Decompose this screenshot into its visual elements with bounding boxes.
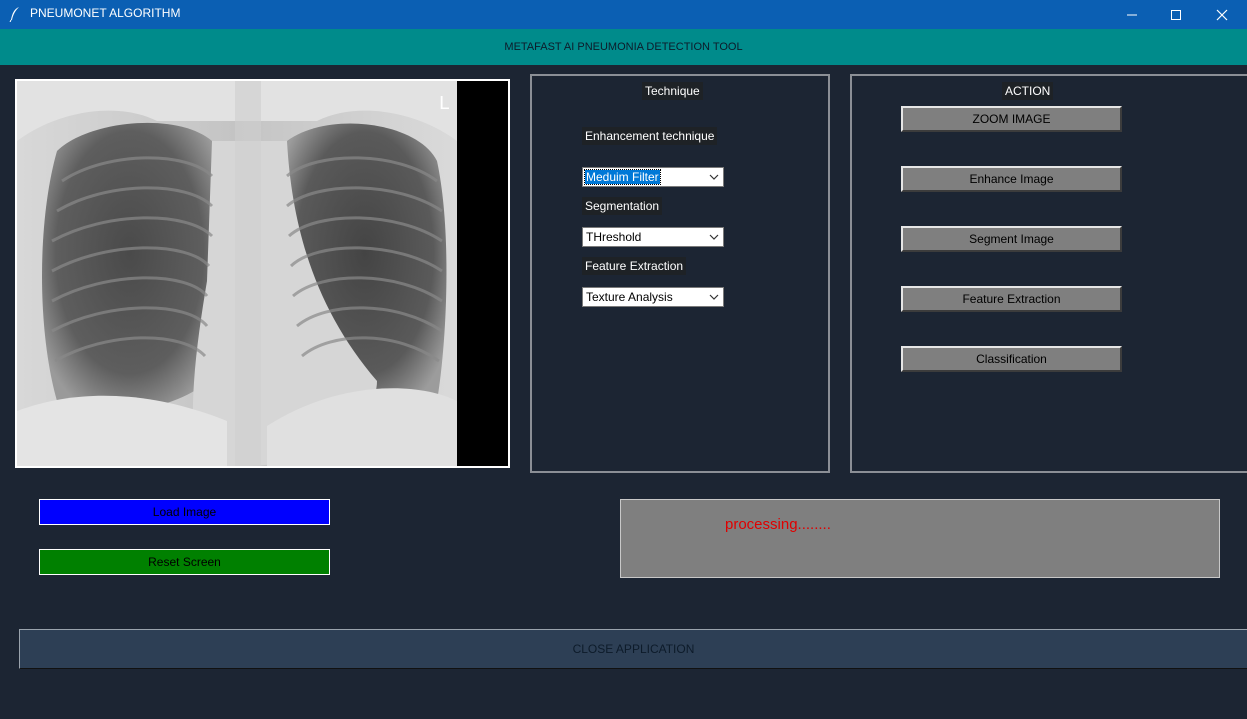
minimize-button[interactable] — [1109, 0, 1155, 29]
load-image-button[interactable]: Load Image — [39, 499, 330, 525]
app-header: METAFAST AI PNEUMONIA DETECTION TOOL — [0, 29, 1247, 65]
enhance-image-button[interactable]: Enhance Image — [901, 166, 1122, 192]
maximize-icon — [1171, 9, 1181, 20]
chevron-down-icon — [709, 234, 719, 240]
feather-icon — [9, 7, 19, 22]
window-title: PNEUMONET ALGORITHM — [30, 6, 181, 20]
reset-screen-button[interactable]: Reset Screen — [39, 549, 330, 575]
status-text: processing........ — [725, 516, 831, 533]
close-icon — [1216, 9, 1228, 20]
segmentation-label: Segmentation — [582, 197, 663, 215]
maximize-button[interactable] — [1153, 0, 1199, 29]
feature-extraction-value: Texture Analysis — [586, 290, 673, 304]
app-header-title: METAFAST AI PNEUMONIA DETECTION TOOL — [504, 41, 743, 53]
window-titlebar: PNEUMONET ALGORITHM — [0, 0, 1247, 29]
feature-extraction-button[interactable]: Feature Extraction — [901, 286, 1122, 312]
status-box: processing........ — [620, 499, 1220, 578]
close-application-button[interactable]: CLOSE APPLICATION — [19, 629, 1247, 669]
technique-panel-title: Technique — [642, 82, 703, 100]
chest-xray-image: L — [17, 81, 508, 466]
enhancement-technique-select[interactable]: Meduim Filter — [582, 167, 724, 187]
close-window-button[interactable] — [1199, 0, 1245, 29]
zoom-image-button[interactable]: ZOOM IMAGE — [901, 106, 1122, 132]
classification-button[interactable]: Classification — [901, 346, 1122, 372]
segment-image-button[interactable]: Segment Image — [901, 226, 1122, 252]
minimize-icon — [1127, 14, 1137, 15]
action-panel — [850, 74, 1247, 473]
enhancement-technique-label: Enhancement technique — [582, 127, 718, 145]
feature-extraction-select[interactable]: Texture Analysis — [582, 287, 724, 307]
feature-extraction-label: Feature Extraction — [582, 257, 687, 275]
segmentation-value: THreshold — [586, 230, 642, 244]
enhancement-technique-value: Meduim Filter — [584, 169, 661, 185]
segmentation-select[interactable]: THreshold — [582, 227, 724, 247]
action-panel-title: ACTION — [1002, 82, 1054, 100]
chevron-down-icon — [709, 294, 719, 300]
chevron-down-icon — [709, 174, 719, 180]
xray-side-marker: L — [439, 93, 449, 114]
xray-image-frame: L — [15, 79, 510, 468]
